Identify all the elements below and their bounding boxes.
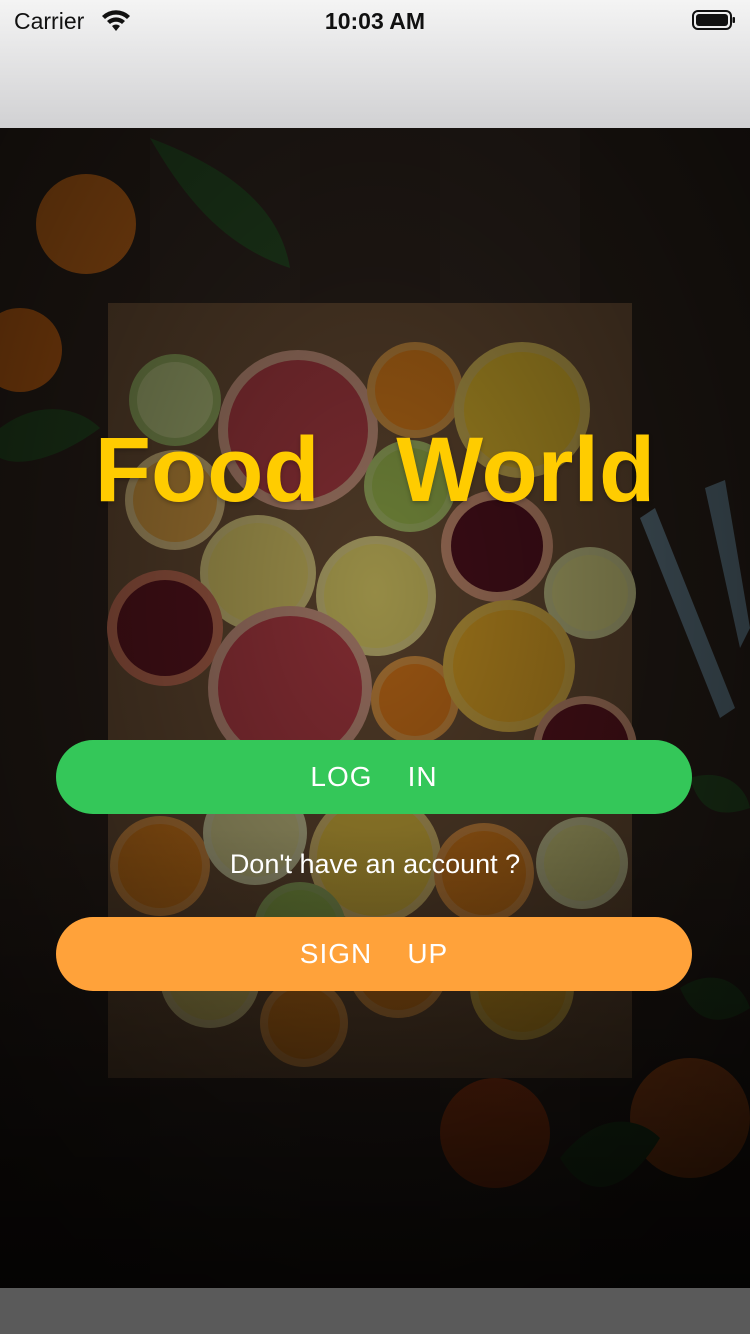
battery-icon [692,10,735,30]
signup-prompt: Don't have an account ? [229,849,521,879]
login-button[interactable]: LOG IN [56,740,692,814]
signup-button[interactable]: SIGN UP [56,917,692,991]
app-title: Food World [94,419,656,521]
status-time: 10:03 AM [324,8,426,34]
bottom-bar [0,1288,750,1334]
status-and-nav-area: Carrier 10:03 AM [0,0,750,128]
fruit-board-image [0,128,750,1288]
background-photo [0,128,750,1288]
